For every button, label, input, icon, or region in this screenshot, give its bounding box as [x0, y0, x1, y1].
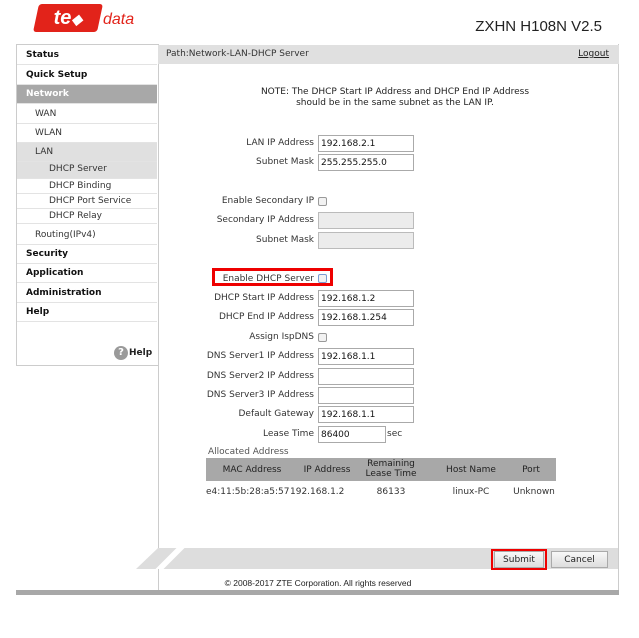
col-host: Host Name	[446, 465, 496, 475]
cell-port: Unknown	[513, 487, 555, 497]
table-row: e4:11:5b:28:a5:57 192.168.1.2 86133 linu…	[206, 487, 556, 499]
help-link-label: Help	[129, 348, 153, 358]
secondary-ip-input[interactable]	[318, 212, 414, 229]
logout-link[interactable]: Logout	[578, 49, 609, 59]
lease-time-label: Lease Time	[262, 429, 314, 439]
sidebar-item-dhcp-port-service[interactable]: DHCP Port Service	[17, 194, 157, 209]
default-gateway-input[interactable]	[318, 406, 414, 423]
lease-time-input[interactable]	[318, 426, 386, 443]
help-link[interactable]: ? Help	[114, 346, 152, 360]
sidebar-item-lan[interactable]: LAN	[17, 143, 157, 162]
question-circle-icon: ?	[114, 346, 128, 360]
dns3-input[interactable]	[318, 387, 414, 404]
dhcp-end-input[interactable]	[318, 309, 414, 326]
breadcrumb: Path:Network-LAN-DHCP Server	[158, 45, 619, 64]
cancel-button[interactable]: Cancel	[551, 551, 608, 568]
default-gateway-label: Default Gateway	[238, 409, 314, 419]
col-remaining: Remaining Lease Time	[365, 459, 417, 479]
submit-button[interactable]: Submit	[494, 551, 544, 568]
dns2-label: DNS Server2 IP Address	[206, 371, 314, 381]
dhcp-start-label: DHCP Start IP Address	[214, 293, 314, 303]
device-model: ZXHN H108N V2.5	[475, 18, 602, 35]
col-ip: IP Address	[303, 465, 351, 475]
col-mac: MAC Address	[222, 465, 282, 475]
subnet-mask-label: Subnet Mask	[256, 157, 314, 167]
lan-ip-label: LAN IP Address	[246, 138, 314, 148]
assign-ispdns-label: Assign IspDNS	[249, 332, 314, 342]
secondary-subnet-input[interactable]	[318, 232, 414, 249]
tedata-logo: te◆	[33, 4, 103, 32]
sidebar-item-routing[interactable]: Routing(IPv4)	[17, 226, 157, 245]
col-port: Port	[522, 465, 540, 475]
assign-ispdns-checkbox[interactable]	[318, 333, 327, 342]
dhcp-end-label: DHCP End IP Address	[218, 312, 314, 322]
sidebar-item-dhcp-binding[interactable]: DHCP Binding	[17, 179, 157, 194]
note-line-1: NOTE: The DHCP Start IP Address and DHCP…	[260, 87, 530, 97]
sidebar: Status Quick Setup Network WAN WLAN LAN …	[16, 44, 158, 366]
dns1-input[interactable]	[318, 348, 414, 365]
bottom-bar	[16, 590, 619, 595]
sidebar-item-dhcp-server[interactable]: DHCP Server	[17, 162, 157, 179]
sidebar-item-wan[interactable]: WAN	[17, 105, 157, 124]
sidebar-item-quick-setup[interactable]: Quick Setup	[17, 66, 157, 85]
allocated-address-title: Allocated Address	[208, 447, 289, 457]
lease-time-unit: sec	[387, 429, 403, 439]
dns2-input[interactable]	[318, 368, 414, 385]
logo-data-text: data	[103, 11, 135, 28]
sidebar-item-security[interactable]: Security	[17, 245, 157, 264]
dns3-label: DNS Server3 IP Address	[206, 390, 314, 400]
allocated-table-header: MAC Address IP Address Remaining Lease T…	[206, 458, 556, 481]
enable-secondary-ip-label: Enable Secondary IP	[221, 196, 314, 206]
sidebar-item-status[interactable]: Status	[17, 46, 157, 65]
dns1-label: DNS Server1 IP Address	[206, 351, 314, 361]
subnet-mask-input[interactable]	[318, 154, 414, 171]
secondary-subnet-label: Subnet Mask	[256, 235, 314, 245]
enable-dhcp-label: Enable DHCP Server	[222, 274, 314, 284]
enable-dhcp-checkbox[interactable]	[318, 274, 327, 283]
enable-secondary-ip-checkbox[interactable]	[318, 197, 327, 206]
dhcp-note: NOTE: The DHCP Start IP Address and DHCP…	[240, 87, 550, 109]
lan-ip-input[interactable]	[318, 135, 414, 152]
sidebar-item-application[interactable]: Application	[17, 264, 157, 283]
copyright: © 2008-2017 ZTE Corporation. All rights …	[224, 578, 412, 588]
sidebar-item-administration[interactable]: Administration	[17, 284, 157, 303]
dhcp-start-input[interactable]	[318, 290, 414, 307]
cell-remaining: 86133	[376, 487, 406, 497]
cell-ip: 192.168.1.2	[290, 487, 345, 497]
sidebar-item-network[interactable]: Network	[17, 85, 157, 104]
cell-host: linux-PC	[452, 487, 490, 497]
note-line-2: should be in the same subnet as the LAN …	[296, 98, 494, 108]
sidebar-item-wlan[interactable]: WLAN	[17, 124, 157, 143]
cell-mac: e4:11:5b:28:a5:57	[206, 487, 290, 497]
sidebar-item-dhcp-relay[interactable]: DHCP Relay	[17, 209, 157, 224]
sidebar-item-help[interactable]: Help	[17, 303, 157, 322]
secondary-ip-label: Secondary IP Address	[216, 215, 314, 225]
